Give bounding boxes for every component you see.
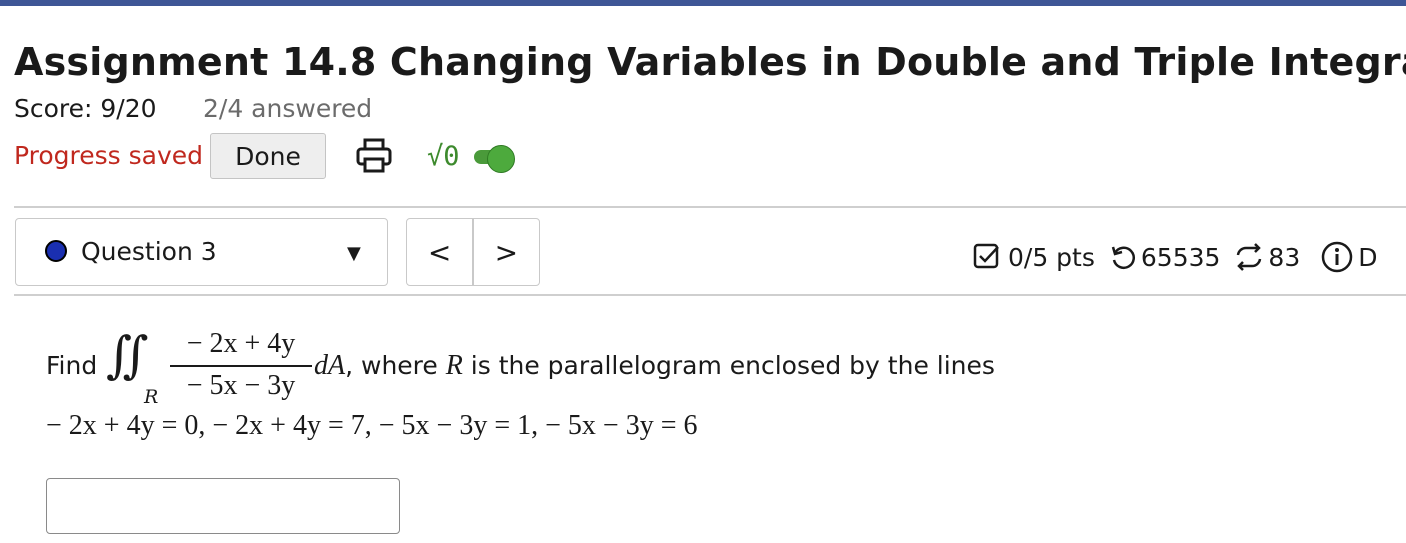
integrand-fraction: − 2x + 4y − 5x − 3y bbox=[170, 326, 312, 412]
integrand-numerator: − 2x + 4y bbox=[186, 328, 296, 359]
progress-status: Progress saved bbox=[14, 141, 204, 170]
details-label[interactable]: D bbox=[1358, 243, 1377, 272]
divider-top bbox=[14, 206, 1406, 208]
boundary-lines: − 2x + 4y = 0, − 2x + 4y = 7, − 5x − 3y … bbox=[46, 410, 698, 441]
checkbox-icon bbox=[973, 243, 999, 269]
toggle-knob[interactable] bbox=[487, 145, 515, 173]
answer-input[interactable] bbox=[46, 478, 400, 534]
print-icon[interactable] bbox=[355, 137, 393, 175]
text-mid: , where bbox=[345, 351, 446, 380]
find-word: Find bbox=[46, 351, 98, 380]
attempts-icon bbox=[1237, 243, 1262, 271]
chevron-down-icon: ▼ bbox=[347, 243, 361, 264]
question-status-dot bbox=[45, 240, 67, 262]
retries-count: 65535 bbox=[1140, 242, 1221, 272]
question-selector-label: Question 3 bbox=[81, 237, 217, 266]
question-stats: 0/5 pts 65535 83 D bbox=[972, 235, 1378, 279]
points-text: 0/5 pts bbox=[1008, 242, 1095, 272]
math-entry-icon: √0 bbox=[427, 141, 460, 172]
page-title: Assignment 14.8 Changing Variables in Do… bbox=[14, 40, 1406, 84]
double-integral-symbol: ∬ bbox=[106, 326, 149, 384]
attempts-count: 83 bbox=[1268, 242, 1301, 272]
region-inline: R bbox=[445, 350, 463, 381]
top-accent-bar bbox=[0, 0, 1406, 6]
previous-question-button[interactable]: < bbox=[407, 219, 472, 285]
answered-count: 2/4 answered bbox=[203, 94, 373, 123]
info-icon[interactable] bbox=[1320, 240, 1354, 274]
text-end: is the parallelogram enclosed by the lin… bbox=[462, 351, 995, 380]
integral-region: R bbox=[144, 386, 159, 408]
differential: dA bbox=[314, 350, 346, 381]
question-selector[interactable]: Question 3 ▼ bbox=[15, 218, 388, 286]
integrand-denominator: − 5x − 3y bbox=[186, 370, 296, 401]
score-text: Score: 9/20 bbox=[14, 94, 157, 123]
question-tail: dA, where R is the parallelogram enclose… bbox=[314, 350, 995, 382]
question-nav-group: < > bbox=[406, 218, 540, 286]
fraction-bar bbox=[170, 365, 312, 367]
done-button[interactable]: Done bbox=[210, 133, 326, 179]
divider-bottom bbox=[14, 294, 1406, 296]
next-question-button[interactable]: > bbox=[474, 219, 539, 285]
retry-icon bbox=[1111, 246, 1135, 270]
integral-expression: Find ∬ R − 2x + 4y − 5x − 3y dA, where R… bbox=[46, 326, 1046, 412]
